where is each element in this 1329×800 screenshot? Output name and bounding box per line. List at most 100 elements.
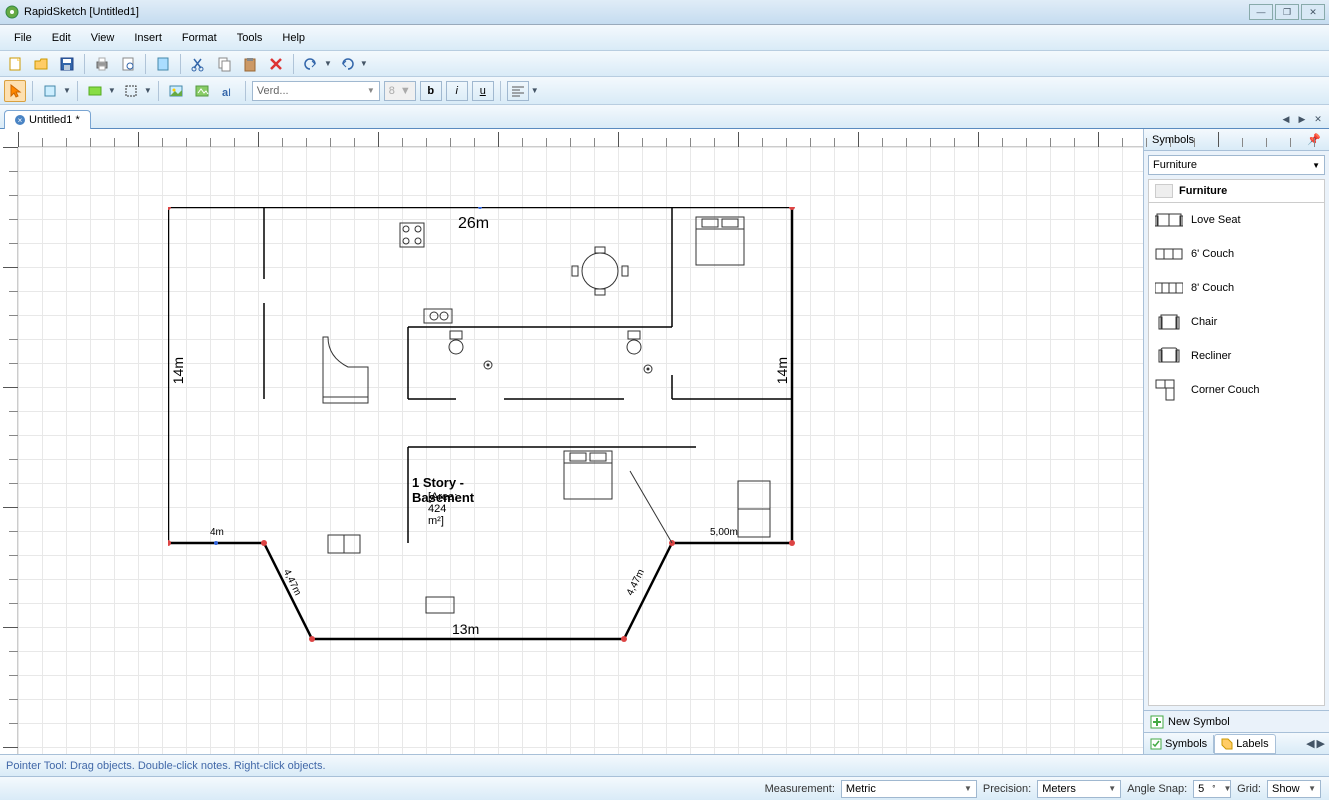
bold-button[interactable]: b: [420, 81, 442, 101]
precision-select[interactable]: Meters▼: [1037, 780, 1121, 798]
paste-icon[interactable]: [239, 53, 261, 75]
precision-value: Meters: [1042, 783, 1076, 795]
symbol-label: Chair: [1191, 316, 1217, 328]
tab-close-all-icon[interactable]: ✕: [1311, 112, 1325, 126]
rect-dropdown-icon[interactable]: ▼: [144, 86, 152, 95]
symbol-item[interactable]: Love Seat: [1149, 203, 1324, 237]
pointer-tool-icon[interactable]: [4, 80, 26, 102]
floor-area: [Area: 424 m²]: [428, 491, 457, 527]
save-icon[interactable]: [56, 53, 78, 75]
dim-bottom: 13m: [452, 621, 479, 637]
undo-icon[interactable]: [300, 53, 322, 75]
symbol-category-value: Furniture: [1153, 159, 1197, 171]
dim-left: 14m: [170, 357, 186, 384]
side-prev-icon[interactable]: ◀: [1306, 737, 1314, 750]
workarea: 26m 14m 14m 4m 5,00m 4,47m 4,47m 13m 1 S…: [0, 129, 1329, 754]
bottombar: Measurement: Metric▼ Precision: Meters▼ …: [0, 776, 1329, 800]
measurement-value: Metric: [846, 783, 876, 795]
close-button[interactable]: ✕: [1301, 4, 1325, 20]
menu-format[interactable]: Format: [172, 28, 227, 48]
grid-value: Show: [1272, 783, 1300, 795]
picture-icon[interactable]: [191, 80, 213, 102]
menu-view[interactable]: View: [81, 28, 125, 48]
italic-button[interactable]: i: [446, 81, 468, 101]
font-size-select[interactable]: 8▼: [384, 81, 416, 101]
align-button[interactable]: [507, 81, 529, 101]
symbol-item[interactable]: Corner Couch: [1149, 373, 1324, 407]
symbol-label: 8' Couch: [1191, 282, 1234, 294]
symbol-item[interactable]: Recliner: [1149, 339, 1324, 373]
canvas-container: 26m 14m 14m 4m 5,00m 4,47m 4,47m 13m 1 S…: [0, 129, 1143, 754]
cornercouch-icon: [1155, 381, 1183, 399]
page-icon[interactable]: [152, 53, 174, 75]
symbol-item[interactable]: 8' Couch: [1149, 271, 1324, 305]
symbol-item[interactable]: 6' Couch: [1149, 237, 1324, 271]
menu-edit[interactable]: Edit: [42, 28, 81, 48]
precision-label: Precision:: [983, 783, 1031, 795]
document-tabbar: × Untitled1 * ◀ ▶ ✕: [0, 105, 1329, 129]
tab-prev-icon[interactable]: ◀: [1279, 112, 1293, 126]
menu-insert[interactable]: Insert: [124, 28, 172, 48]
symbol-label: 6' Couch: [1191, 248, 1234, 260]
toolbar-standard: ▼ ▼: [0, 51, 1329, 77]
maximize-button[interactable]: ❐: [1275, 4, 1299, 20]
grid-select[interactable]: Show▼: [1267, 780, 1321, 798]
symbol-item[interactable]: Chair: [1149, 305, 1324, 339]
symbol-label: Recliner: [1191, 350, 1231, 362]
toolbar-drawing: ▼ ▼ ▼ aI Verd...▼ 8▼ b i u ▼: [0, 77, 1329, 105]
preview-icon[interactable]: [117, 53, 139, 75]
menu-help[interactable]: Help: [272, 28, 315, 48]
ruler-vertical: [0, 147, 18, 754]
minimize-button[interactable]: —: [1249, 4, 1273, 20]
dim-top: 26m: [458, 215, 489, 233]
symbol-category-select[interactable]: Furniture▼: [1148, 155, 1325, 175]
undo-dropdown-icon[interactable]: ▼: [324, 59, 332, 68]
new-symbol-button[interactable]: New Symbol: [1144, 710, 1329, 732]
redo-dropdown-icon[interactable]: ▼: [360, 59, 368, 68]
redo-icon[interactable]: [336, 53, 358, 75]
align-dropdown-icon[interactable]: ▼: [531, 86, 539, 95]
tab-labels[interactable]: Labels: [1214, 734, 1275, 754]
line-tool-icon[interactable]: [84, 80, 106, 102]
status-text: Pointer Tool: Drag objects. Double-click…: [6, 760, 326, 772]
side-next-icon[interactable]: ▶: [1317, 737, 1325, 750]
menu-tools[interactable]: Tools: [227, 28, 273, 48]
text-tool-icon[interactable]: aI: [217, 80, 239, 102]
line-dropdown-icon[interactable]: ▼: [108, 86, 116, 95]
dim-br: 5,00m: [710, 527, 738, 538]
delete-icon[interactable]: [265, 53, 287, 75]
recliner-icon: [1155, 347, 1183, 365]
underline-button[interactable]: u: [472, 81, 494, 101]
new-icon[interactable]: [4, 53, 26, 75]
grid-label: Grid:: [1237, 783, 1261, 795]
titlebar: RapidSketch [Untitled1] — ❐ ✕: [0, 0, 1329, 25]
tab-symbols[interactable]: Symbols: [1144, 735, 1214, 753]
loveseat-icon: [1155, 211, 1183, 229]
menubar: File Edit View Insert Format Tools Help: [0, 25, 1329, 51]
measurement-select[interactable]: Metric▼: [841, 780, 977, 798]
statusbar: Pointer Tool: Drag objects. Double-click…: [0, 754, 1329, 776]
menu-file[interactable]: File: [4, 28, 42, 48]
chair-icon: [1155, 313, 1183, 331]
rect-select-icon[interactable]: [120, 80, 142, 102]
symbols-panel-title: Symbols 📌: [1144, 129, 1329, 151]
tab-close-icon[interactable]: ×: [15, 115, 25, 125]
new-symbol-icon: [1150, 715, 1164, 729]
print-icon[interactable]: [91, 53, 113, 75]
canvas[interactable]: 26m 14m 14m 4m 5,00m 4,47m 4,47m 13m 1 S…: [18, 147, 1143, 754]
font-select[interactable]: Verd...▼: [252, 81, 380, 101]
new-symbol-label: New Symbol: [1168, 716, 1230, 728]
symbol-list: Love Seat 6' Couch 8' Couch Chair Reclin…: [1148, 203, 1325, 706]
angle-select[interactable]: 5°▼: [1193, 780, 1231, 798]
image-tool-icon[interactable]: [165, 80, 187, 102]
shape-tool-icon[interactable]: [39, 80, 61, 102]
ruler-horizontal: [18, 129, 1143, 147]
open-icon[interactable]: [30, 53, 52, 75]
document-tab[interactable]: × Untitled1 *: [4, 110, 91, 129]
tab-next-icon[interactable]: ▶: [1295, 112, 1309, 126]
symbol-group-header[interactable]: Furniture: [1148, 179, 1325, 203]
shape-dropdown-icon[interactable]: ▼: [63, 86, 71, 95]
cut-icon[interactable]: [187, 53, 209, 75]
font-size-value: 8: [389, 85, 395, 97]
copy-icon[interactable]: [213, 53, 235, 75]
